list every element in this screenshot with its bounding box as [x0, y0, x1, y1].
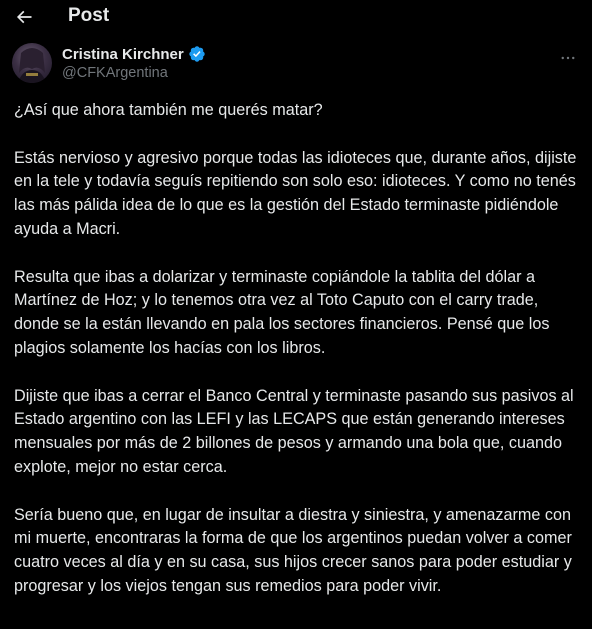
- author-handle[interactable]: @CFKArgentina: [62, 65, 168, 81]
- back-button[interactable]: [10, 3, 38, 31]
- more-horizontal-icon: [561, 56, 575, 60]
- tweet-paragraph: Sería bueno que, en lugar de insultar a …: [14, 505, 572, 595]
- tweet-paragraph: Resulta que ibas a dolarizar y terminast…: [14, 267, 550, 357]
- arrow-left-icon: [16, 10, 32, 24]
- verified-badge-icon[interactable]: [188, 45, 206, 63]
- author-row: Cristina Kirchner @CFKArgentina: [0, 40, 592, 90]
- page-title: Post: [68, 5, 110, 26]
- tweet-paragraph: Estás nervioso y agresivo porque todas l…: [14, 148, 577, 238]
- avatar[interactable]: [12, 43, 52, 83]
- author-name[interactable]: Cristina Kirchner: [62, 46, 184, 63]
- tweet-paragraph: Dijiste que ibas a cerrar el Banco Centr…: [14, 386, 574, 476]
- tweet-text: ¿Así que ahora también me querés matar? …: [14, 99, 584, 623]
- more-options-button[interactable]: [554, 48, 582, 68]
- author-name-line: Cristina Kirchner: [62, 44, 206, 64]
- avatar-image: [18, 48, 46, 83]
- tweet-paragraph: ¿Así que ahora también me querés matar?: [14, 101, 323, 119]
- post-header: Post: [0, 0, 592, 34]
